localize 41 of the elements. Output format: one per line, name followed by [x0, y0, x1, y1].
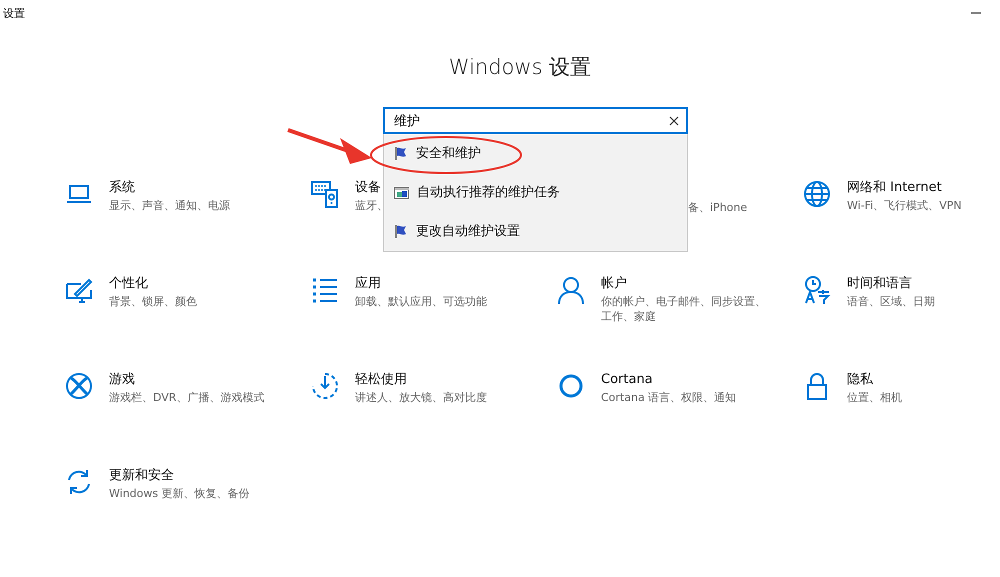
sync-icon	[65, 468, 93, 496]
tile-subtitle: 游戏栏、DVR、广播、游戏模式	[109, 390, 266, 404]
tile-title[interactable]: 轻松使用	[355, 372, 520, 388]
page-heading: Windows 设置	[448, 54, 592, 81]
tile-subtitle: Cortana 语言、权限、通知	[601, 390, 738, 404]
search-field[interactable]: 维护	[383, 107, 688, 134]
tile-title[interactable]: 游戏	[109, 372, 274, 388]
tile-title[interactable]: Cortana	[601, 372, 766, 388]
globe-icon	[803, 180, 831, 208]
tile-subtitle: 位置、相机	[847, 390, 903, 404]
ring-icon	[557, 372, 585, 400]
close-icon[interactable]	[669, 116, 679, 126]
tile-title[interactable]: 帐户	[601, 276, 766, 292]
flag-icon	[394, 224, 408, 239]
suggestion-item[interactable]: 更改自动维护设置	[384, 212, 687, 251]
tile-title[interactable]: 系统	[109, 180, 274, 196]
tile-title[interactable]: 网络和 Internet	[847, 180, 1000, 196]
keyboard-speaker-icon	[311, 180, 339, 208]
tile-subtitle: Windows 更新、恢复、备份	[109, 486, 251, 500]
tile-subtitle: 语音、区域、日期	[847, 294, 936, 308]
tile-title[interactable]: 隐私	[847, 372, 1000, 388]
tile-title[interactable]: 时间和语言	[847, 276, 1000, 292]
tile-subtitle: 背景、锁屏、颜色	[109, 294, 198, 308]
window-task-icon	[394, 186, 409, 198]
tile-subtitle: 讲述人、放大镜、高对比度	[355, 390, 488, 404]
timer-arrow-icon	[311, 372, 339, 400]
flag-icon	[394, 146, 408, 161]
tile-subtitle: 卸载、默认应用、可选功能	[355, 294, 488, 308]
tile-subtitle: 你的帐户、电子邮件、同步设置、工作、家庭	[601, 294, 766, 324]
tile-subtitle: 显示、声音、通知、电源	[109, 198, 231, 212]
tile-title[interactable]: 应用	[355, 276, 520, 292]
tile-title[interactable]: 个性化	[109, 276, 274, 292]
tile-subtitle: Wi-Fi、飞行模式、VPN	[847, 198, 963, 212]
window-title: 设置	[2, 6, 25, 22]
xbox-logo-icon	[65, 372, 93, 400]
person-icon	[557, 276, 585, 304]
suggestion-item[interactable]: 安全和维护	[384, 134, 687, 173]
tile-subtitle: 备、iPhone	[688, 200, 748, 214]
list-icon	[311, 276, 339, 304]
clock-letters-icon	[803, 276, 831, 304]
tile-title[interactable]: 更新和安全	[109, 468, 274, 484]
